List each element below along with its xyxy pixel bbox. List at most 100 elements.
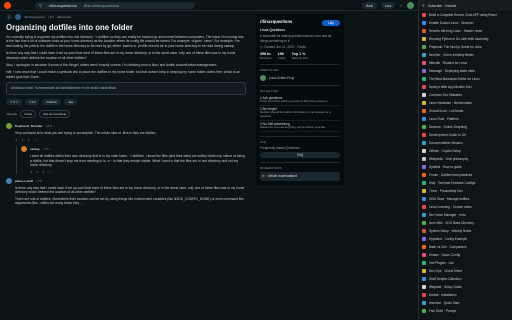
- app-root: ⚲ r/linuxquestions Etsi r/linuxquestions…: [0, 0, 512, 320]
- panel-list-item[interactable]: Wikipedia · Unix philosophy: [419, 155, 512, 163]
- reddit-logo-icon[interactable]: [4, 1, 11, 9]
- sort-dropdown[interactable]: Paras: [20, 110, 37, 119]
- comment-avatar[interactable]: [6, 123, 12, 130]
- create-button[interactable]: Luo: [380, 1, 396, 9]
- downvote-icon[interactable]: ⇩: [42, 170, 45, 174]
- right-side-panel: ☰ Subscribe · Youtube Build a Complete S…: [418, 0, 512, 320]
- comment-author[interactable]: carlwg: [30, 147, 40, 151]
- panel-list-item[interactable]: GNU Stow · Manage dotfiles: [419, 195, 512, 203]
- panel-list-item[interactable]: Dev Ops · Cheat Sheet: [419, 267, 512, 275]
- site-favicon-icon: [422, 53, 426, 57]
- comment-body: Very confused at to what you are trying …: [15, 131, 157, 136]
- panel-list-item[interactable]: Mikrotik · Routers for Linux: [419, 59, 512, 67]
- panel-list-item[interactable]: Nix Home Manager · Intro: [419, 211, 512, 219]
- panel-list-item[interactable]: System Setup · Weekly Notes: [419, 227, 512, 235]
- panel-item-label: Arch Wiki · XDG Base Directory: [429, 221, 474, 225]
- comment-author[interactable]: Keyboard_Thunder: [15, 124, 43, 128]
- panel-list-item[interactable]: Fish Shell · Prompt: [419, 307, 512, 315]
- panel-list-item[interactable]: Tmux · Productivity Dev: [419, 187, 512, 195]
- comments-button[interactable]: □ 10: [25, 98, 40, 106]
- panel-list-item[interactable]: Node.js Web App Modern Dev: [419, 83, 512, 91]
- panel-list-item[interactable]: Dotbot · Installation: [419, 291, 512, 299]
- panel-list-item[interactable]: Running Python in Go with Web Assembly: [419, 35, 512, 43]
- panel-list-item[interactable]: Common Dev Mistakes: [419, 91, 512, 99]
- site-favicon-icon: [422, 181, 426, 185]
- community-stats: 358 tn. Members 158 Online Top 1 % Rank by …: [260, 52, 340, 60]
- site-favicon-icon: [422, 309, 426, 313]
- upvote-icon[interactable]: ⇧: [30, 170, 33, 174]
- comment-avatar[interactable]: [21, 146, 27, 153]
- panel-list-item[interactable]: Message · Deploying static sites: [419, 67, 512, 75]
- panel-item-label: Secrets Inferring Linux · Hacker news: [429, 29, 483, 33]
- upvote-icon[interactable]: ⇧: [15, 138, 18, 142]
- post-subreddit[interactable]: r/linuxquestions: [24, 15, 45, 19]
- search-input[interactable]: ⚲ r/linuxquestions Etsi r/linuxquestions: [35, 1, 195, 9]
- join-button[interactable]: Liity: [321, 20, 340, 27]
- panel-list-item[interactable]: NeoVim · Vim is Infinitely Better: [419, 51, 512, 59]
- panel-list: Build a Complete Secure Chat APP using R…: [419, 11, 512, 315]
- panel-list-item[interactable]: Bash vs Zsh · Comparison: [419, 243, 512, 251]
- bell-icon[interactable]: ♢: [399, 3, 403, 8]
- panel-list-item[interactable]: Enable Docker Linux · Discover: [419, 19, 512, 27]
- panel-list-item[interactable]: Linux Hardware · Benchmarks: [419, 99, 512, 107]
- award-button[interactable]: Palkinto: [42, 98, 62, 106]
- panel-list-item[interactable]: Playbook: The Nuxt.js Guide for Jobs: [419, 43, 512, 51]
- panel-list-item[interactable]: Linux Rust · Patterns: [419, 115, 512, 123]
- comment-actions: ⇧ 1 ⇩ ⋯: [21, 170, 246, 174]
- rule-item[interactable]: 3 No Self-advertising Please do not post …: [260, 121, 340, 132]
- panel-list-item[interactable]: Documentation Session: [419, 139, 512, 147]
- panel-list-item[interactable]: Emacs · Doom Config: [419, 251, 512, 259]
- panel-item-label: Linux Hardware · Benchmarks: [429, 101, 472, 105]
- panel-list-item[interactable]: Arch Wiki · XDG Base Directory: [419, 219, 512, 227]
- panel-item-label: Shell Scripts Collection: [429, 277, 462, 281]
- message-mods-label: Viestin moderaattorit: [267, 174, 297, 179]
- panel-list-item[interactable]: SoundCloud · Lofi beats: [419, 107, 512, 115]
- comment-avatar[interactable]: [6, 177, 12, 184]
- share-button[interactable]: Jaa: [64, 98, 77, 106]
- panel-item-label: Message · Deploying static sites: [429, 69, 475, 73]
- vote-button[interactable]: ⇧ 5 ⇩: [6, 98, 23, 106]
- panel-list-item[interactable]: Forum · Dotfiles best practices: [419, 171, 512, 179]
- back-button[interactable]: ←: [6, 14, 12, 20]
- panel-list-item[interactable]: Hyprland · Config Example: [419, 235, 512, 243]
- panel-list-item[interactable]: Secrets Inferring Linux · Hacker news: [419, 27, 512, 35]
- more-icon[interactable]: ⋯: [34, 138, 37, 142]
- panel-item-label: SoundCloud · Lofi beats: [429, 109, 464, 113]
- panel-list-item[interactable]: Desmos · Online Graphing: [419, 123, 512, 131]
- message-mods-button[interactable]: ✉ Viestin moderaattorit: [260, 172, 340, 181]
- panel-list-item[interactable]: Kitty · Terminal Emulator Configs: [419, 179, 512, 187]
- panel-item-label: Nix Home Manager · Intro: [429, 213, 466, 217]
- panel-list-item[interactable]: Development Guide to Git: [419, 131, 512, 139]
- panel-list-item[interactable]: Build a Complete Secure Chat APP using R…: [419, 11, 512, 19]
- panel-list-item[interactable]: GitHub · Copilot Setup: [419, 147, 512, 155]
- post-author[interactable]: u/Example: [57, 15, 71, 19]
- panel-list-item[interactable]: The Best Markdown Editor for Linux: [419, 75, 512, 83]
- panel-list-item[interactable]: Symlink · How to guide: [419, 163, 512, 171]
- comment-votes: 1: [21, 137, 24, 142]
- rule-item[interactable]: 2 Be helpful Replies should be helpful in…: [260, 106, 340, 121]
- stat-rank: Top 1 % Rank by size: [292, 52, 308, 60]
- stat-label: Members: [260, 56, 272, 61]
- panel-item-label: Documentation Session: [429, 141, 463, 145]
- panel-list-item[interactable]: chezmoi · Quick Start: [419, 299, 512, 307]
- comment-author[interactable]: jokes-n-stuff: [15, 179, 33, 183]
- more-icon[interactable]: ⋯: [49, 170, 52, 174]
- downvote-icon[interactable]: ⇩: [27, 138, 30, 142]
- comment-search-input[interactable]: Etsi kommentteja: [39, 110, 71, 119]
- panel-list-item[interactable]: Vim Plugins · List: [419, 259, 512, 267]
- site-favicon-icon: [422, 85, 426, 89]
- rule-item[interactable]: 1 Ask questions Posts should be asking qu…: [260, 95, 340, 106]
- panel-list-item[interactable]: Shell Scripts Collection: [419, 275, 512, 283]
- faq-heading: FAQ: [260, 135, 340, 144]
- subreddit-search-chip[interactable]: r/linuxquestions: [44, 1, 81, 9]
- user-flair[interactable]: Loud-Green-Frog: [260, 74, 340, 81]
- faq-button[interactable]: FAQ: [260, 152, 340, 159]
- user-avatar[interactable]: [407, 1, 414, 9]
- panel-list-item[interactable]: Wayland · Setup Guide: [419, 283, 512, 291]
- comment: jokes-n-stuff • 7 h Is there any way tha…: [6, 177, 246, 206]
- ask-button[interactable]: Ask: [362, 1, 377, 9]
- subreddit-avatar[interactable]: [15, 14, 21, 20]
- site-favicon-icon: [422, 269, 426, 273]
- user-flair-heading: USER FLAIR: [260, 64, 340, 72]
- panel-list-item[interactable]: Linux Learning · Course notes: [419, 203, 512, 211]
